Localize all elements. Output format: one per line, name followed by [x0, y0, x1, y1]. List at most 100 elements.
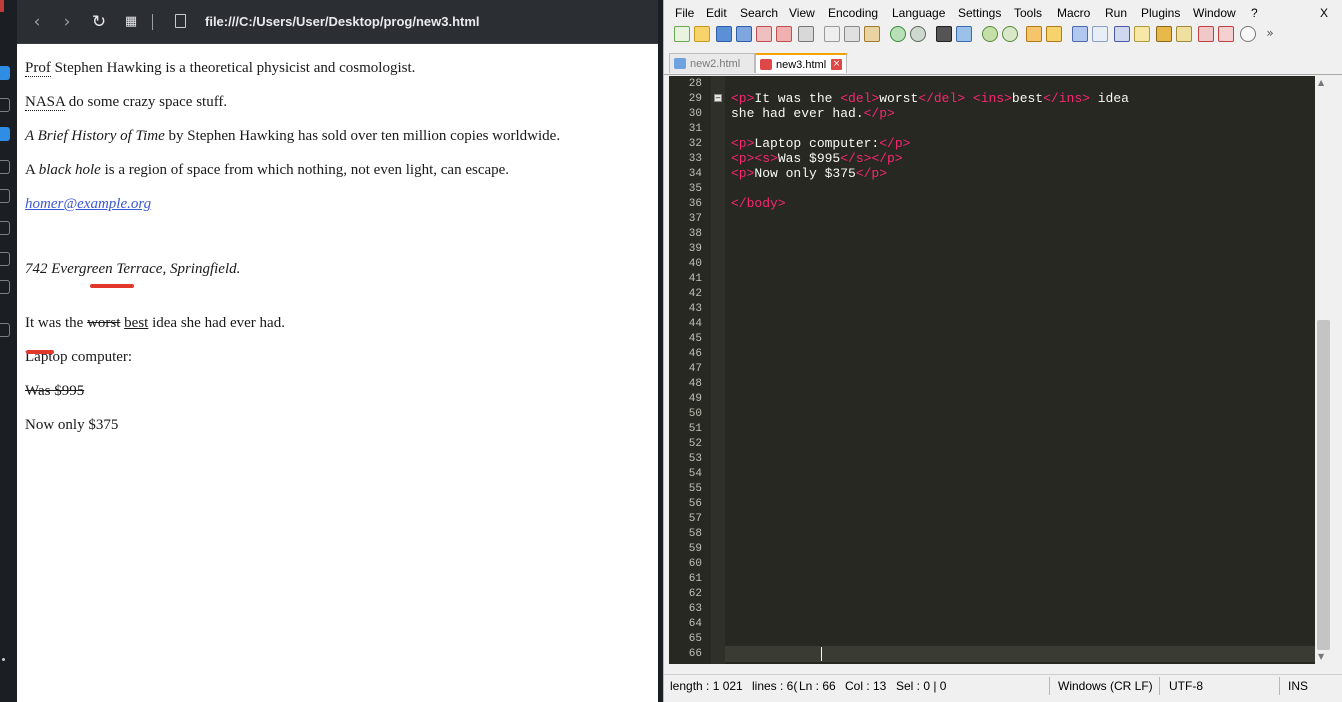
sync-vertical-icon[interactable]: [1026, 26, 1042, 42]
replace-icon[interactable]: [956, 26, 972, 42]
close-document-button[interactable]: X: [1320, 6, 1328, 20]
line-number: 56: [688, 498, 702, 510]
word-wrap-icon[interactable]: [1072, 26, 1088, 42]
menu-macro[interactable]: Macro: [1057, 6, 1090, 20]
paste-icon[interactable]: [864, 26, 880, 42]
line-number: 64: [688, 618, 702, 630]
deleted-word: worst: [87, 315, 121, 331]
status-encoding[interactable]: UTF-8: [1169, 679, 1203, 693]
sidebar-icon[interactable]: [0, 127, 10, 141]
current-line-highlight: [725, 646, 1315, 662]
sync-horizontal-icon[interactable]: [1046, 26, 1062, 42]
back-icon[interactable]: ‹: [27, 12, 47, 32]
indent-guide-icon[interactable]: [1114, 26, 1130, 42]
browser-toolbar: ‹ › ↻ ▦ file:///C:/Users/User/Desktop/pr…: [17, 0, 658, 44]
menu-plugins[interactable]: Plugins: [1141, 6, 1180, 20]
toolbar-overflow-icon[interactable]: »: [1262, 26, 1278, 42]
line-number: 45: [688, 333, 702, 345]
paragraph-book: A Brief History of Time by Stephen Hawki…: [25, 125, 650, 159]
undo-icon[interactable]: [890, 26, 906, 42]
line-number: 54: [688, 468, 702, 480]
print-icon[interactable]: [798, 26, 814, 42]
editor-toolbar: »: [664, 24, 1342, 46]
scroll-down-icon[interactable]: ▼: [1318, 652, 1324, 661]
show-all-characters-icon[interactable]: [1092, 26, 1108, 42]
menu-edit[interactable]: Edit: [706, 6, 727, 20]
status-selection: Sel : 0 | 0: [896, 679, 947, 693]
code-line-33: <p><s>Was $995</s></p>: [731, 151, 903, 166]
line-number: 41: [688, 273, 702, 285]
new-file-icon[interactable]: [674, 26, 690, 42]
sidebar-icon[interactable]: [0, 189, 10, 203]
paragraph-text: is a region of space from which nothing,…: [100, 162, 510, 178]
sidebar-icon[interactable]: [0, 280, 10, 294]
function-list-icon[interactable]: [1176, 26, 1192, 42]
close-icon[interactable]: [756, 26, 772, 42]
sidebar-icon[interactable]: [0, 323, 10, 337]
menu-view[interactable]: View: [789, 6, 815, 20]
menu-window[interactable]: Window: [1193, 6, 1236, 20]
line-number: 40: [688, 258, 702, 270]
menu-language[interactable]: Language: [892, 6, 945, 20]
menu-run[interactable]: Run: [1105, 6, 1127, 20]
page-icon: [175, 14, 186, 28]
address-bar[interactable]: file:///C:/Users/User/Desktop/prog/new3.…: [205, 14, 480, 29]
status-eol[interactable]: Windows (CR LF): [1058, 679, 1153, 693]
cut-icon[interactable]: [824, 26, 840, 42]
reload-icon[interactable]: ↻: [89, 12, 109, 32]
tab-new2[interactable]: new2.html: [669, 53, 755, 73]
file-modified-icon: [760, 59, 772, 70]
paragraph-text: by Stephen Hawking has sold over ten mil…: [164, 128, 561, 144]
rendered-page: Prof Stephen Hawking is a theoretical ph…: [25, 57, 650, 448]
line-number: 58: [688, 528, 702, 540]
folder-as-workspace-icon[interactable]: [1198, 26, 1214, 42]
code-editor[interactable]: 28 29 30 31 32 33 34 35 36 37 38 39 40 41 42 43 44 45 46 47…: [669, 76, 1315, 664]
browser-window: ‹ › ↻ ▦ file:///C:/Users/User/Desktop/pr…: [17, 0, 658, 702]
doc-map-icon[interactable]: [1156, 26, 1172, 42]
menu-file[interactable]: File: [675, 6, 694, 20]
close-tab-icon[interactable]: ×: [831, 59, 842, 70]
fold-toggle-icon[interactable]: –: [714, 94, 722, 102]
line-number: 32: [688, 138, 702, 150]
redo-icon[interactable]: [910, 26, 926, 42]
monitoring-icon[interactable]: [1218, 26, 1234, 42]
sidebar-icon[interactable]: [0, 160, 10, 174]
emphasis-black-hole: black hole: [38, 162, 101, 178]
menu-encoding[interactable]: Encoding: [828, 6, 878, 20]
address: 742 Evergreen Terrace, Springfield.: [25, 261, 241, 277]
code-line-30: she had ever had.</p>: [731, 106, 895, 121]
sidebar-icon[interactable]: [0, 252, 10, 266]
open-file-icon[interactable]: [694, 26, 710, 42]
sidebar-active-icon[interactable]: [0, 66, 10, 80]
paragraph-worst-best: It was the worst best idea she had ever …: [25, 312, 650, 346]
sidebar-icon[interactable]: [0, 221, 10, 235]
strip-accent: [0, 0, 4, 12]
find-icon[interactable]: [936, 26, 952, 42]
paragraph-was-price: Was $995: [25, 380, 650, 414]
red-annotation-mark: [90, 284, 134, 288]
close-all-icon[interactable]: [776, 26, 792, 42]
email-link[interactable]: homer@example.org: [25, 196, 151, 212]
copy-icon[interactable]: [844, 26, 860, 42]
udl-icon[interactable]: [1134, 26, 1150, 42]
tabs-grid-icon[interactable]: ▦: [121, 12, 141, 32]
menu-tools[interactable]: Tools: [1014, 6, 1042, 20]
line-number: 65: [688, 633, 702, 645]
save-icon[interactable]: [716, 26, 732, 42]
paragraph-email: homer@example.org: [25, 193, 650, 227]
save-all-icon[interactable]: [736, 26, 752, 42]
paragraph-black-hole: A black hole is a region of space from w…: [25, 159, 650, 193]
view-in-browser-icon[interactable]: [1240, 26, 1256, 42]
menu-settings[interactable]: Settings: [958, 6, 1001, 20]
sidebar-icon[interactable]: [0, 98, 10, 112]
menu-help[interactable]: ?: [1251, 6, 1258, 20]
scroll-up-icon[interactable]: ▲: [1318, 78, 1324, 87]
forward-icon[interactable]: ›: [57, 12, 77, 32]
tab-new3[interactable]: new3.html ×: [755, 53, 847, 73]
vertical-scrollbar[interactable]: ▲ ▼: [1315, 76, 1332, 664]
scroll-thumb[interactable]: [1317, 320, 1330, 650]
red-annotation-mark: [26, 350, 54, 354]
zoom-out-icon[interactable]: [1002, 26, 1018, 42]
zoom-in-icon[interactable]: [982, 26, 998, 42]
menu-search[interactable]: Search: [740, 6, 778, 20]
